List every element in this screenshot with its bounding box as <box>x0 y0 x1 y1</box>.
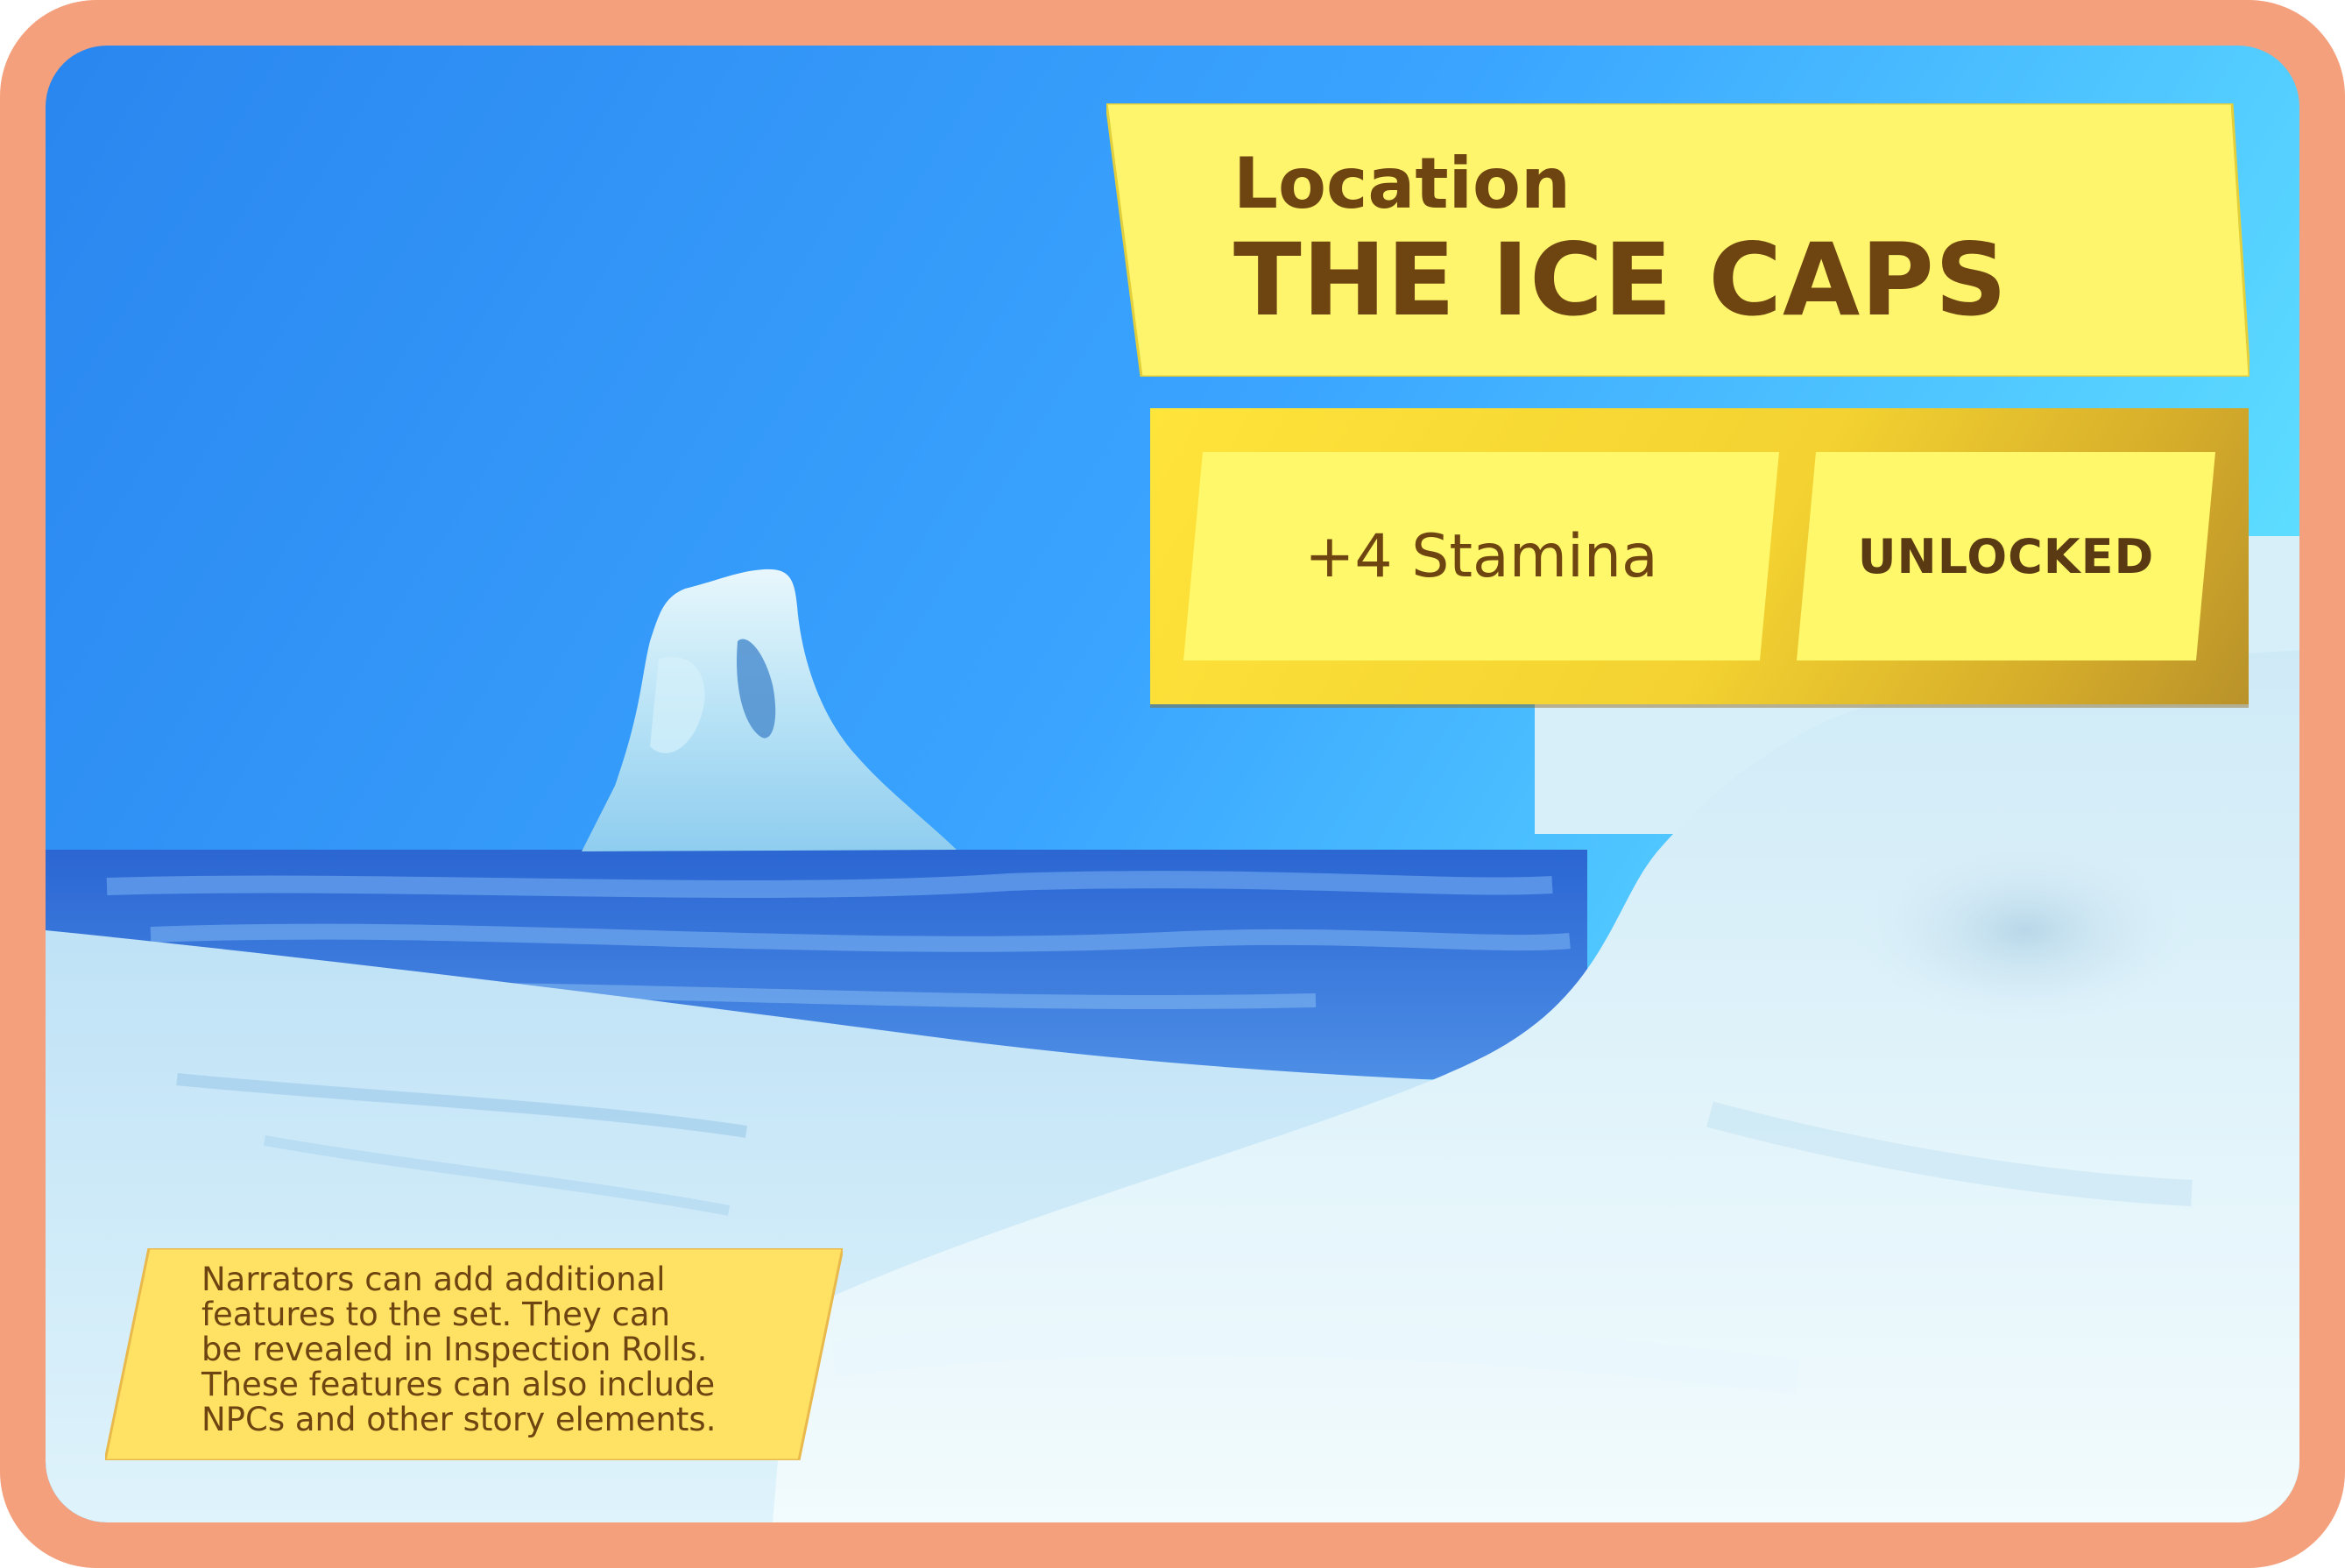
location-name: THE ICE CAPS <box>1233 222 2008 338</box>
title-banner: Location THE ICE CAPS <box>1106 103 2250 377</box>
narrator-note-text: Narrators can add additional features to… <box>201 1261 717 1438</box>
status-badge: UNLOCKED <box>1857 528 2155 584</box>
stat-bonus-label: +4 Stamina <box>1304 521 1658 591</box>
narrator-note: Narrators can add additional features to… <box>105 1248 843 1460</box>
card-kind-label: Location <box>1233 143 1571 224</box>
stats-panel: +4 Stamina UNLOCKED <box>1150 408 2249 704</box>
title-block: Location THE ICE CAPS <box>1233 142 2008 335</box>
status-slot: UNLOCKED <box>1797 452 2215 660</box>
location-card: Location THE ICE CAPS +4 Stamina UNLOCKE… <box>0 0 2345 1568</box>
stat-bonus-slot: +4 Stamina <box>1183 452 1779 660</box>
